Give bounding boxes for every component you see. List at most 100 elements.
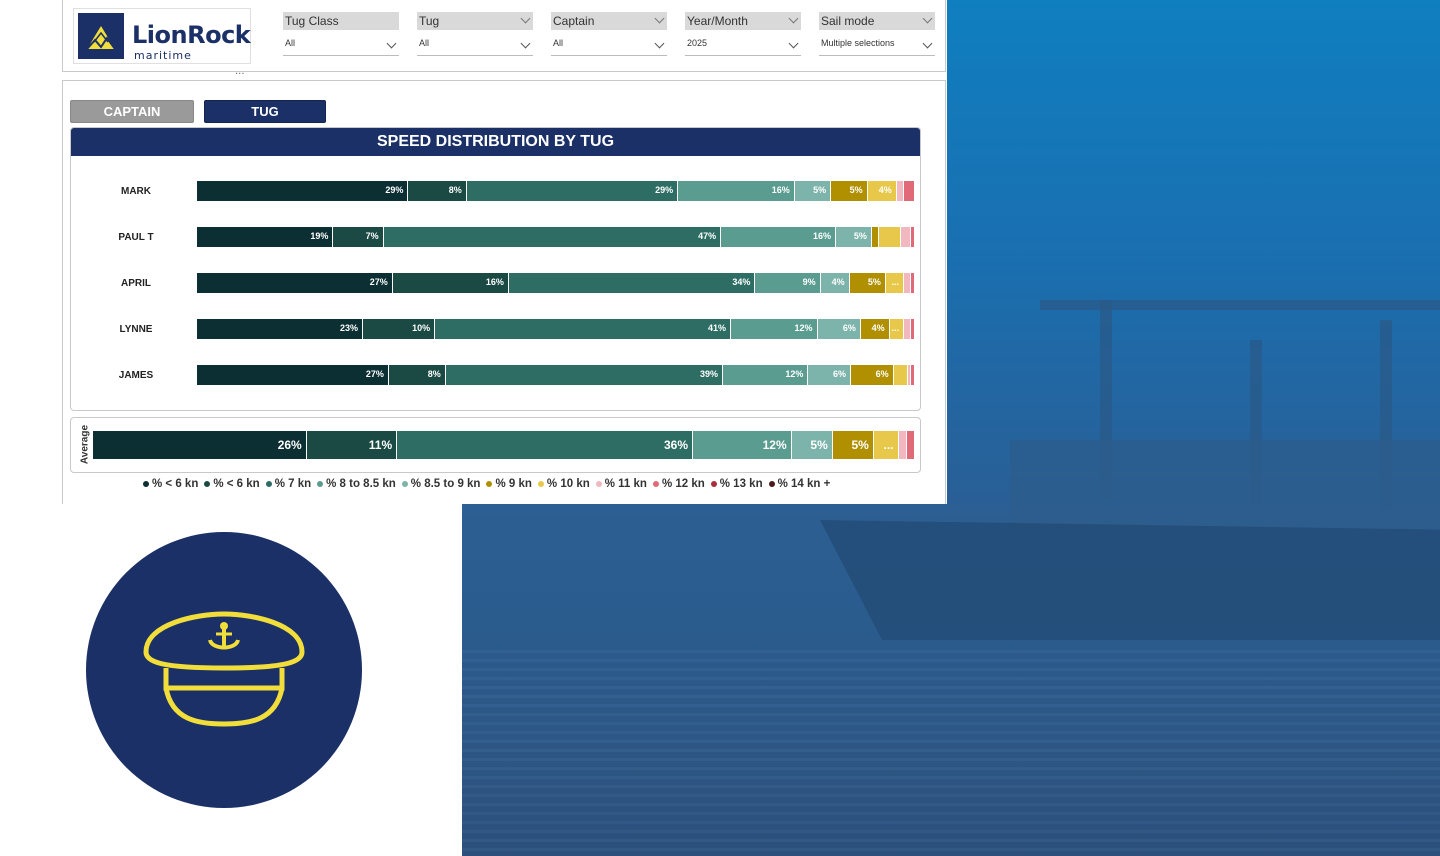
bar-segment[interactable]: 5% (831, 181, 868, 201)
bar-segment[interactable]: 4% (860, 319, 890, 339)
more-options-icon[interactable]: ... (235, 66, 245, 77)
stacked-bar[interactable]: 27% 8% 39% 12% 6% 6% (197, 365, 915, 385)
bar-segment[interactable]: 16% (721, 227, 836, 247)
legend-item[interactable]: % 10 kn (537, 478, 590, 490)
average-data-label: ... (883, 438, 894, 452)
bar-segment[interactable] (904, 181, 915, 201)
average-segment[interactable]: 36% (397, 431, 694, 459)
bar-segment[interactable]: 4% (867, 181, 897, 201)
data-label: 12% (785, 369, 804, 379)
legend-label: % 11 kn (604, 478, 647, 490)
chart-legend: % < 6 kn % < 6 kn % 7 kn % 8 to 8.5 kn % 8.5… (143, 478, 843, 490)
average-segment[interactable]: 12% (693, 431, 792, 459)
legend-item[interactable]: % 13 kn (710, 478, 763, 490)
bar-segment[interactable]: 12% (723, 365, 809, 385)
average-segment[interactable]: 5% (791, 431, 833, 459)
bar-segment[interactable] (893, 365, 908, 385)
bar-segment[interactable] (871, 227, 880, 247)
slicer-dropdown[interactable]: Multiple selections (819, 34, 935, 56)
bar-segment[interactable]: 34% (508, 273, 756, 293)
bar-segment[interactable]: ... (885, 273, 905, 293)
slicer-header: Year/Month (685, 12, 801, 30)
slicer-dropdown[interactable]: 2025 (685, 34, 801, 56)
legend-item[interactable]: % 7 kn (265, 478, 312, 490)
bar-segment[interactable]: 23% (197, 319, 363, 339)
legend-dot-icon (143, 481, 149, 487)
data-label: ... (891, 277, 900, 287)
chevron-down-icon (654, 38, 665, 49)
slicer-sail-mode[interactable]: Sail mode Multiple selections (819, 12, 935, 56)
legend-item[interactable]: % < 6 kn (204, 478, 260, 490)
bar-segment[interactable] (911, 319, 915, 339)
legend-item[interactable]: % 8 to 8.5 kn (317, 478, 396, 490)
slicer-tug-class[interactable]: Tug Class All (283, 12, 399, 56)
legend-item[interactable]: % 14 kn + (768, 478, 830, 490)
bar-segment[interactable]: 16% (678, 181, 795, 201)
data-label: 12% (794, 323, 813, 333)
bar-segment[interactable]: 27% (197, 273, 393, 293)
slicer-captain[interactable]: Captain All (551, 12, 667, 56)
bar-segment[interactable]: 6% (808, 365, 851, 385)
legend-item[interactable]: % 11 kn (595, 478, 647, 490)
bar-segment[interactable]: 9% (755, 273, 821, 293)
chart-panel: CAPTAIN TUG SPEED DISTRIBUTION BY TUG MA… (62, 80, 946, 504)
bar-segment[interactable] (900, 227, 912, 247)
legend-item[interactable]: % 8.5 to 9 kn (401, 478, 480, 490)
tug-toggle-button[interactable]: TUG (204, 100, 326, 123)
slicer-dropdown[interactable]: All (417, 34, 533, 56)
bar-segment[interactable] (904, 319, 912, 339)
legend-item[interactable]: % 9 kn (486, 478, 532, 490)
stacked-bar[interactable]: 19% 7% 47% 16% 5% (197, 227, 915, 247)
bar-segment[interactable]: 29% (197, 181, 409, 201)
slicer-year-month[interactable]: Year/Month 2025 (685, 12, 801, 56)
legend-label: % 7 kn (274, 478, 312, 490)
bar-segment[interactable]: 8% (408, 181, 467, 201)
captain-toggle-button[interactable]: CAPTAIN (70, 100, 194, 123)
slicer-dropdown[interactable]: All (283, 34, 399, 56)
bar-segment[interactable]: 47% (383, 227, 722, 247)
legend-item[interactable]: % < 6 kn (143, 478, 198, 490)
bar-segment[interactable]: 7% (333, 227, 384, 247)
slicer-tug[interactable]: Tug All (417, 12, 533, 56)
bar-segment[interactable] (904, 273, 912, 293)
bar-segment[interactable]: 27% (197, 365, 389, 385)
stacked-bar[interactable]: 23% 10% 41% 12% 6% 4%... (197, 319, 915, 339)
bar-segment[interactable] (879, 227, 901, 247)
bar-segment[interactable]: 4% (820, 273, 850, 293)
bar-segment[interactable]: 12% (730, 319, 818, 339)
average-segment[interactable]: 5% (832, 431, 874, 459)
bar-segment[interactable]: 5% (849, 273, 886, 293)
bar-segment[interactable]: 8% (388, 365, 446, 385)
average-segment[interactable]: 11% (306, 431, 398, 459)
bar-segment[interactable]: 5% (835, 227, 872, 247)
bar-segment[interactable] (911, 273, 915, 293)
captain-badge (86, 532, 362, 808)
bar-segment[interactable] (911, 365, 915, 385)
data-label: 8% (427, 369, 441, 379)
average-segment[interactable] (898, 431, 907, 459)
bar-segment[interactable] (911, 227, 915, 247)
bar-segment[interactable]: 6% (850, 365, 894, 385)
data-label: 9% (802, 277, 816, 287)
data-label: 5% (867, 277, 881, 287)
chevron-down-icon (922, 13, 933, 24)
stacked-bar[interactable]: 29% 8% 29% 16% 5% 5% 4% (197, 181, 915, 201)
bar-segment[interactable] (896, 181, 905, 201)
bar-segment[interactable]: 39% (445, 365, 724, 385)
bar-segment[interactable]: 10% (362, 319, 436, 339)
average-data-label: 5% (810, 438, 828, 452)
bar-segment[interactable]: 41% (435, 319, 731, 339)
bar-segment[interactable]: 19% (197, 227, 334, 247)
slicer-dropdown[interactable]: All (551, 34, 667, 56)
bar-segment[interactable]: ... (889, 319, 905, 339)
average-segment[interactable]: ... (873, 431, 899, 459)
legend-item[interactable]: % 12 kn (652, 478, 705, 490)
bar-segment[interactable]: 16% (392, 273, 509, 293)
average-segment[interactable]: 26% (93, 431, 307, 459)
bar-segment[interactable]: 29% (466, 181, 679, 201)
data-label: 6% (875, 369, 889, 379)
bar-segment[interactable]: 6% (817, 319, 861, 339)
stacked-bar[interactable]: 27% 16% 34% 9% 4% 5%... (197, 273, 915, 293)
bar-segment[interactable]: 5% (794, 181, 832, 201)
average-segment[interactable] (906, 431, 915, 459)
